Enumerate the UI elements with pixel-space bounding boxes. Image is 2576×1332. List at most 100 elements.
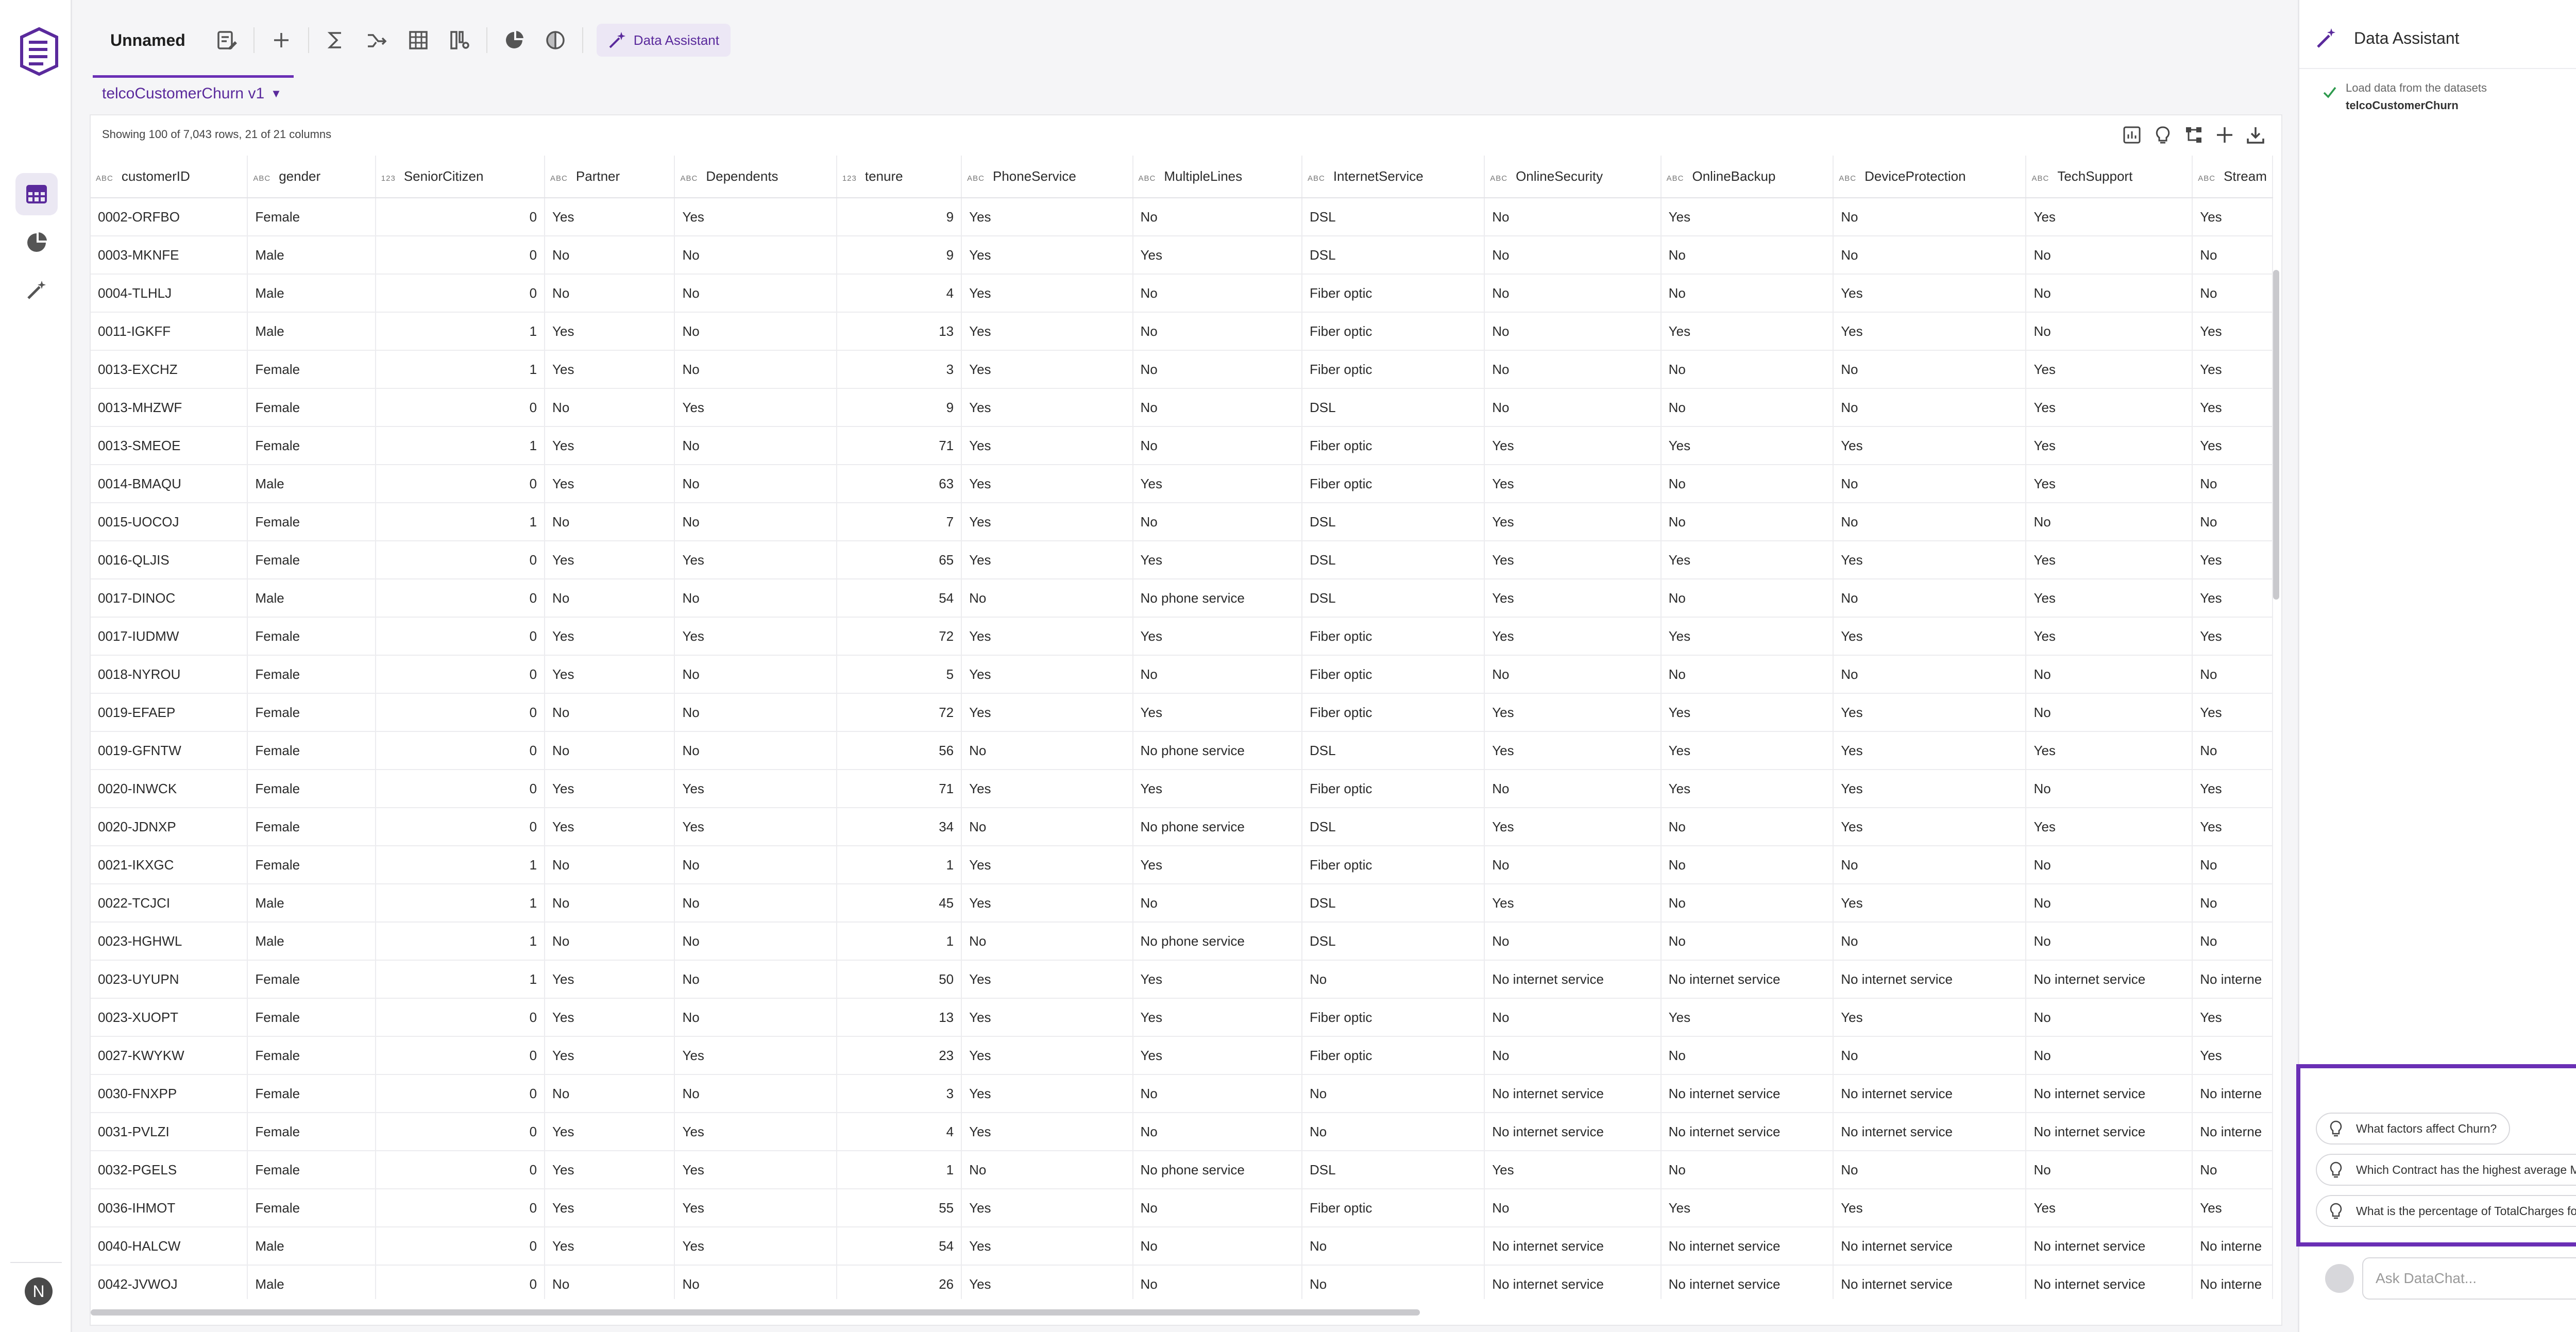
- table-cell[interactable]: 1: [375, 312, 546, 351]
- table-cell[interactable]: Fiber optic: [1301, 350, 1485, 389]
- table-cell[interactable]: No internet service: [1484, 1074, 1662, 1113]
- table-cell[interactable]: 7: [836, 503, 962, 541]
- table-cell[interactable]: Yes: [961, 274, 1133, 313]
- column-header[interactable]: ABC OnlineSecurity: [1484, 156, 1662, 198]
- table-cell[interactable]: Female: [247, 541, 376, 579]
- table-cell[interactable]: No internet service: [2026, 1227, 2193, 1266]
- table-cell[interactable]: Yes: [1833, 274, 2027, 313]
- table-cell[interactable]: Yes: [1833, 731, 2027, 770]
- table-cell[interactable]: Fiber optic: [1301, 1189, 1485, 1227]
- table-cell[interactable]: Yes: [2192, 579, 2273, 618]
- table-row[interactable]: 0032-PGELS Female 0 Yes Yes 1 No No phone servi…: [91, 1151, 2273, 1189]
- table-cell[interactable]: No: [1132, 312, 1302, 351]
- table-cell[interactable]: No: [2192, 465, 2273, 503]
- table-cell[interactable]: Yes: [545, 1036, 675, 1075]
- table-cell[interactable]: 1: [375, 350, 546, 389]
- table-cell[interactable]: 1: [375, 884, 546, 923]
- table-cell[interactable]: Fiber optic: [1301, 274, 1485, 313]
- edit-notes-button[interactable]: [206, 20, 247, 61]
- table-cell[interactable]: Yes: [1132, 693, 1302, 732]
- table-cell[interactable]: 0015-UOCOJ: [91, 503, 248, 541]
- table-cell[interactable]: Yes: [545, 655, 675, 694]
- table-row[interactable]: 0020-INWCK Female 0 Yes Yes 71 Yes Yes Fiber opt…: [91, 770, 2273, 808]
- table-cell[interactable]: No: [2026, 693, 2193, 732]
- table-cell[interactable]: 0: [375, 1113, 546, 1151]
- table-cell[interactable]: Yes: [1484, 579, 1662, 618]
- table-cell[interactable]: Yes: [2026, 198, 2193, 236]
- table-cell[interactable]: DSL: [1301, 503, 1485, 541]
- table-cell[interactable]: Yes: [545, 465, 675, 503]
- table-cell[interactable]: 0: [375, 808, 546, 846]
- table-cell[interactable]: No: [674, 1074, 837, 1113]
- table-cell[interactable]: No: [1301, 1074, 1485, 1113]
- table-cell[interactable]: Yes: [1484, 808, 1662, 846]
- table-cell[interactable]: No: [2026, 846, 2193, 884]
- table-cell[interactable]: 0: [375, 465, 546, 503]
- table-cell[interactable]: Yes: [1660, 998, 1834, 1037]
- table-cell[interactable]: No: [1301, 1113, 1485, 1151]
- table-cell[interactable]: No: [1301, 1265, 1485, 1299]
- table-cell[interactable]: 3: [836, 350, 962, 389]
- table-cell[interactable]: Yes: [961, 426, 1133, 465]
- table-cell[interactable]: No: [674, 350, 837, 389]
- table-cell[interactable]: No interne: [2192, 1074, 2273, 1113]
- table-cell[interactable]: 0: [375, 388, 546, 427]
- table-cell[interactable]: No: [2026, 1151, 2193, 1189]
- table-cell[interactable]: 0: [375, 1265, 546, 1299]
- table-cell[interactable]: Yes: [545, 617, 675, 656]
- table-cell[interactable]: 0023-UYUPN: [91, 960, 248, 999]
- table-cell[interactable]: No: [1484, 655, 1662, 694]
- table-cell[interactable]: 0: [375, 198, 546, 236]
- table-cell[interactable]: Yes: [2192, 693, 2273, 732]
- table-cell[interactable]: No: [1833, 465, 2027, 503]
- table-cell[interactable]: Yes: [1132, 960, 1302, 999]
- table-cell[interactable]: Fiber optic: [1301, 998, 1485, 1037]
- table-cell[interactable]: 0023-HGHWL: [91, 922, 248, 961]
- table-cell[interactable]: Yes: [961, 503, 1133, 541]
- data-assistant-button[interactable]: Data Assistant: [596, 24, 731, 57]
- table-cell[interactable]: No: [1833, 350, 2027, 389]
- table-cell[interactable]: No internet service: [1660, 1074, 1834, 1113]
- table-cell[interactable]: No internet service: [1660, 1265, 1834, 1299]
- table-cell[interactable]: No: [1484, 236, 1662, 275]
- table-cell[interactable]: No: [1132, 1074, 1302, 1113]
- table-cell[interactable]: 0014-BMAQU: [91, 465, 248, 503]
- table-cell[interactable]: No: [674, 236, 837, 275]
- column-header[interactable]: ABC MultipleLines: [1132, 156, 1302, 198]
- merge-button[interactable]: [357, 20, 398, 61]
- table-cell[interactable]: DSL: [1301, 1151, 1485, 1189]
- table-row[interactable]: 0003-MKNFE Male 0 No No 9 Yes Yes DSL No No No No No: [91, 236, 2273, 275]
- table-cell[interactable]: No: [2026, 312, 2193, 351]
- table-cell[interactable]: Yes: [961, 198, 1133, 236]
- table-cell[interactable]: Yes: [2026, 465, 2193, 503]
- table-cell[interactable]: No: [1484, 388, 1662, 427]
- table-cell[interactable]: No: [1484, 770, 1662, 808]
- table-cell[interactable]: 72: [836, 693, 962, 732]
- table-cell[interactable]: No: [2192, 236, 2273, 275]
- table-cell[interactable]: Male: [247, 1265, 376, 1299]
- table-cell[interactable]: 0040-HALCW: [91, 1227, 248, 1266]
- table-cell[interactable]: No: [1132, 884, 1302, 923]
- table-cell[interactable]: No: [1833, 388, 2027, 427]
- table-cell[interactable]: No internet service: [1833, 960, 2027, 999]
- table-cell[interactable]: Female: [247, 960, 376, 999]
- table-cell[interactable]: Yes: [545, 770, 675, 808]
- table-cell[interactable]: No: [545, 922, 675, 961]
- table-cell[interactable]: Male: [247, 236, 376, 275]
- table-cell[interactable]: Yes: [674, 1189, 837, 1227]
- table-cell[interactable]: Yes: [674, 541, 837, 579]
- table-cell[interactable]: Female: [247, 731, 376, 770]
- chart-view-button[interactable]: [2120, 123, 2144, 147]
- table-cell[interactable]: Female: [247, 770, 376, 808]
- table-cell[interactable]: No: [1484, 922, 1662, 961]
- table-cell[interactable]: Yes: [1132, 617, 1302, 656]
- table-cell[interactable]: No internet service: [1484, 1265, 1662, 1299]
- table-cell[interactable]: Yes: [1484, 503, 1662, 541]
- table-cell[interactable]: No: [1833, 579, 2027, 618]
- table-cell[interactable]: DSL: [1301, 198, 1485, 236]
- table-cell[interactable]: No internet service: [1833, 1074, 2027, 1113]
- table-cell[interactable]: Yes: [545, 198, 675, 236]
- table-cell[interactable]: DSL: [1301, 236, 1485, 275]
- table-row[interactable]: 0017-IUDMW Female 0 Yes Yes 72 Yes Yes Fiber opt…: [91, 617, 2273, 656]
- table-cell[interactable]: Yes: [1833, 312, 2027, 351]
